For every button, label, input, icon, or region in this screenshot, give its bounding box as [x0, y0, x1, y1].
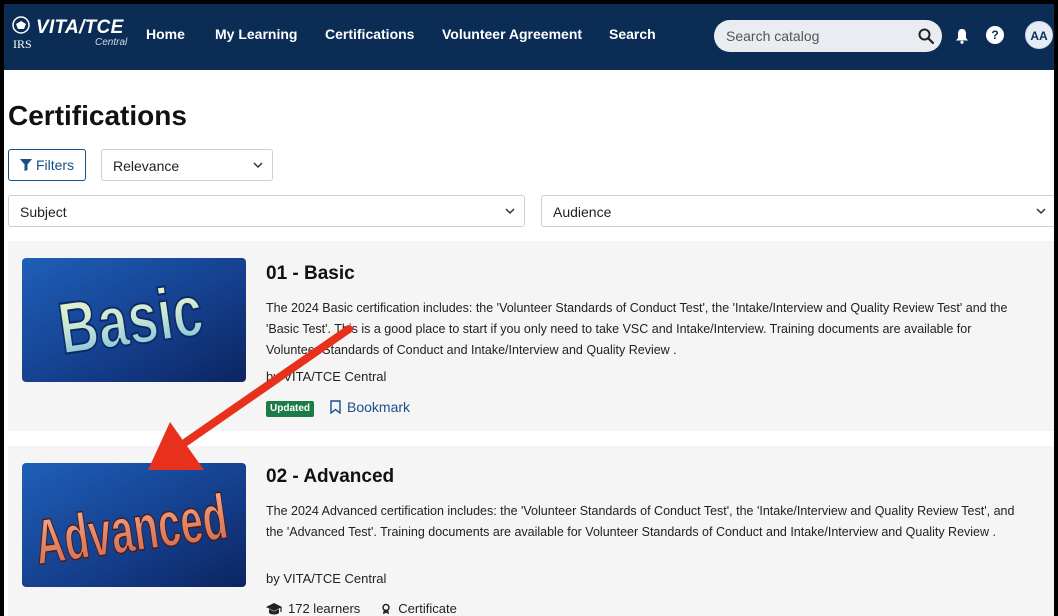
help-icon[interactable]: ?: [986, 26, 1004, 44]
logo-subtitle: Central: [95, 37, 128, 48]
course-author: by VITA/TCE Central: [266, 571, 387, 586]
certificate-icon: [382, 603, 391, 614]
site-logo[interactable]: IRS VITA/TCE Central: [12, 16, 142, 62]
advanced-thumbnail-image: Advanced: [22, 463, 246, 587]
chevron-down-icon: [505, 208, 515, 215]
nav-my-learning[interactable]: My Learning: [215, 26, 297, 42]
filters-button[interactable]: Filters: [8, 149, 86, 181]
logo-brand: VITA/TCE: [36, 17, 124, 38]
course-meta: 172 learners Certificate: [266, 601, 457, 616]
subject-select[interactable]: Subject: [8, 195, 525, 227]
page-title: Certifications: [8, 100, 187, 131]
nav-home[interactable]: Home: [146, 26, 185, 42]
sort-value: Relevance: [113, 158, 180, 174]
course-thumbnail[interactable]: Basic: [22, 258, 246, 382]
audience-select[interactable]: Audience: [541, 195, 1054, 227]
subject-value: Subject: [20, 204, 67, 220]
updated-badge: Updated: [266, 401, 314, 417]
nav-volunteer-agreement[interactable]: Volunteer Agreement: [442, 26, 582, 42]
course-description: The 2024 Advanced certification includes…: [266, 504, 1015, 539]
logo-agency: IRS: [13, 37, 32, 51]
course-thumbnail[interactable]: Advanced: [22, 463, 246, 587]
learner-count: 172 learners: [288, 601, 361, 616]
basic-thumbnail-image: Basic: [22, 258, 246, 382]
course-title[interactable]: 02 - Advanced: [266, 466, 394, 488]
course-card: Basic 01 - Basic The 2024 Basic certific…: [8, 241, 1054, 431]
bookmark-label: Bookmark: [347, 399, 411, 415]
irs-eagle-icon: [12, 16, 30, 34]
nav-search[interactable]: Search: [609, 26, 656, 42]
course-card: Advanced 02 - Advanced The 2024 Advanced…: [8, 446, 1054, 616]
course-author: by VITA/TCE Central: [266, 369, 387, 384]
course-description: The 2024 Basic certification includes: t…: [266, 301, 1008, 357]
filters-label: Filters: [35, 157, 75, 173]
audience-value: Audience: [553, 204, 612, 220]
top-navigation-bar: IRS VITA/TCE Central Home My Learning Ce…: [4, 4, 1054, 70]
bookmark-button[interactable]: Bookmark: [330, 399, 410, 415]
graduation-cap-icon: [266, 602, 282, 614]
search-icon[interactable]: [918, 28, 934, 44]
certificate-label: Certificate: [398, 601, 457, 616]
chevron-down-icon: [1036, 208, 1046, 215]
browser-frame: IRS VITA/TCE Central Home My Learning Ce…: [4, 4, 1054, 616]
bell-icon[interactable]: [955, 28, 969, 44]
search-catalog-box: [714, 20, 942, 52]
chevron-down-icon: [253, 162, 263, 169]
filter-funnel-icon: [19, 159, 32, 171]
search-input[interactable]: [726, 27, 906, 45]
nav-certifications[interactable]: Certifications: [325, 26, 414, 42]
bookmark-icon: [330, 400, 341, 414]
user-avatar[interactable]: AA: [1025, 21, 1053, 49]
course-title[interactable]: 01 - Basic: [266, 263, 355, 285]
sort-select[interactable]: Relevance: [101, 149, 273, 181]
